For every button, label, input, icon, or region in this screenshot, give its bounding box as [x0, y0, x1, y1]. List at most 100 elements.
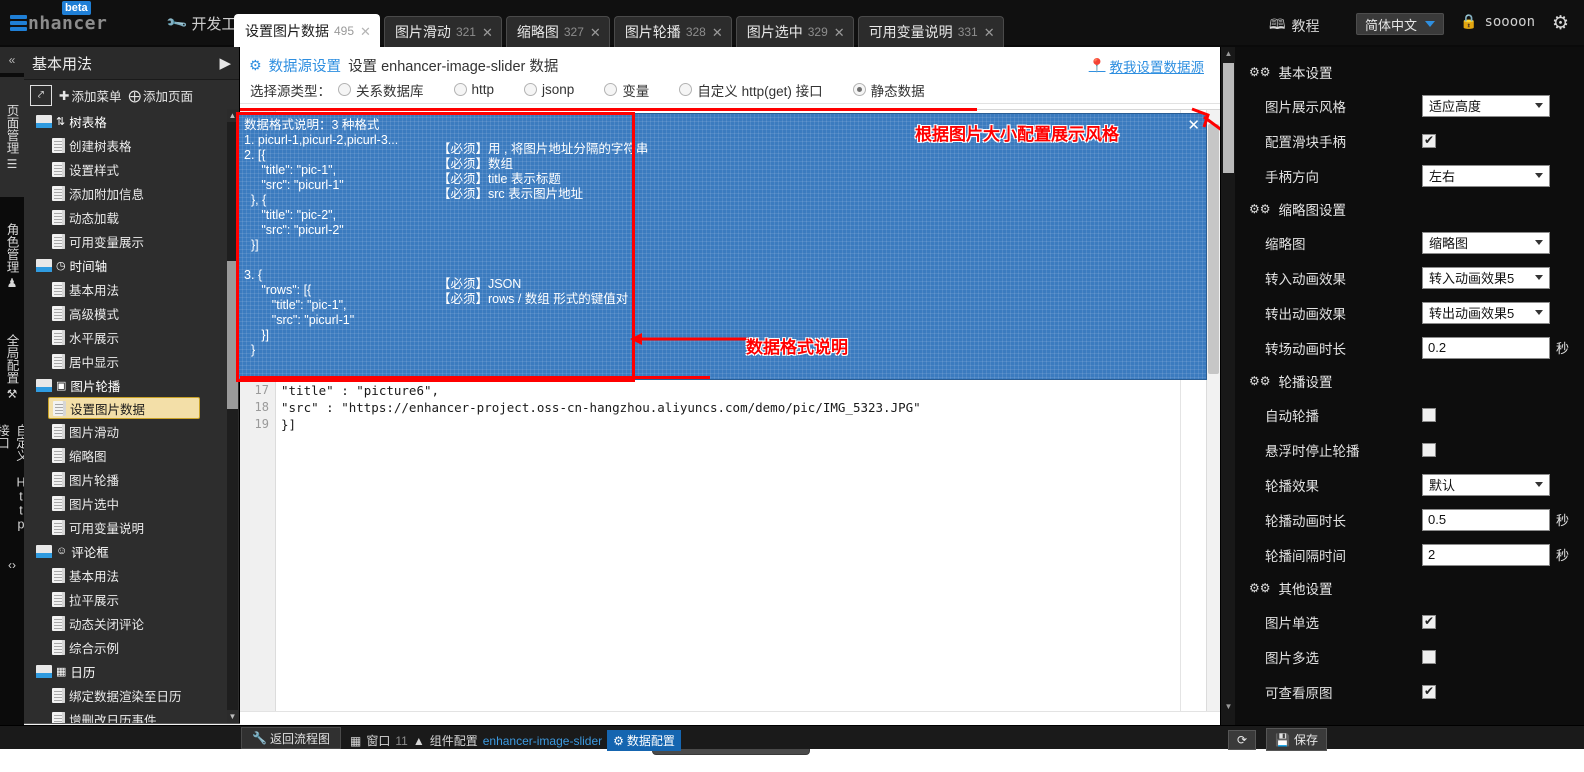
properties-scrollbar[interactable]: ▲ ▼ — [1221, 47, 1235, 725]
tree-item[interactable]: 拉平展示 — [28, 587, 240, 611]
checkbox-图片单选[interactable] — [1422, 615, 1436, 629]
play-icon[interactable]: ▶ — [219, 54, 231, 72]
tree-item[interactable]: 绑定数据渲染至日历 — [28, 683, 240, 707]
wrench-icon: ⚒ — [7, 387, 18, 401]
tree-item[interactable]: 增删改日历事件 — [28, 707, 240, 723]
source-type-1[interactable]: http — [454, 82, 495, 97]
language-selector[interactable]: 简体中文 — [1356, 13, 1444, 35]
tab-0[interactable]: 设置图片数据495✕ — [234, 14, 380, 47]
expand-collapse-icon[interactable]: ⤤ — [30, 85, 52, 106]
tree-item[interactable]: 综合示例 — [28, 635, 240, 659]
tree-item[interactable]: 动态加载 — [28, 205, 240, 229]
tree-folder[interactable]: ☺评论框 — [28, 539, 240, 563]
tree-item[interactable]: 添加附加信息 — [28, 181, 240, 205]
checkbox-图片多选[interactable] — [1422, 650, 1436, 664]
tree-item[interactable]: 高级模式 — [28, 301, 240, 325]
tree-item[interactable]: 图片滑动 — [28, 419, 240, 443]
tab-4[interactable]: 图片选中329✕ — [736, 16, 854, 47]
text-input[interactable] — [1428, 512, 1544, 527]
status-save-button[interactable]: 💾 保存 — [1266, 728, 1327, 751]
input-转场动画时长[interactable] — [1422, 337, 1550, 359]
vertical-tab-0[interactable]: 页面管理☰ — [0, 77, 24, 197]
tree-item[interactable]: 可用变量说明 — [28, 515, 240, 539]
source-type-0[interactable]: 关系数据库 — [338, 80, 424, 100]
text-input[interactable] — [1428, 547, 1544, 562]
radio-icon[interactable] — [853, 83, 866, 96]
properties-scroll-thumb[interactable] — [1223, 63, 1234, 173]
add-page-label: 添加页面 — [143, 86, 193, 105]
input-轮播动画时长[interactable] — [1422, 509, 1550, 531]
menu-icon[interactable] — [10, 15, 27, 31]
tree-item[interactable]: 图片选中 — [28, 491, 240, 515]
tree-item[interactable]: 水平展示 — [28, 325, 240, 349]
tree-folder[interactable]: ▦日历 — [28, 659, 240, 683]
scroll-down-icon[interactable]: ▼ — [227, 710, 238, 723]
teach-me-link[interactable]: 📍 教我设置数据源 — [1089, 56, 1204, 76]
tree-folder[interactable]: ◷时间轴 — [28, 253, 240, 277]
tree-item[interactable]: 设置样式 — [28, 157, 240, 181]
text-input[interactable] — [1428, 340, 1544, 355]
status-refresh-button[interactable]: ⟳ — [1228, 730, 1256, 750]
tree-item[interactable]: 居中显示 — [28, 349, 240, 373]
user-menu[interactable]: 🔒 soooon — [1460, 14, 1535, 30]
radio-icon[interactable] — [679, 83, 692, 96]
checkbox-可查看原图[interactable] — [1422, 685, 1436, 699]
checkbox-配置滑块手柄[interactable] — [1422, 134, 1436, 148]
radio-icon[interactable] — [524, 83, 537, 96]
tab-label: 图片选中 — [747, 22, 803, 42]
tree-item[interactable]: 创建树表格 — [28, 133, 240, 157]
data-config-button[interactable]: ⚙ 数据配置 — [607, 730, 681, 751]
add-menu-button[interactable]: ✚ 添加菜单 — [59, 86, 122, 105]
tab-1[interactable]: 图片滑动321✕ — [384, 16, 502, 47]
tree-item[interactable]: 可用变量展示 — [28, 229, 240, 253]
datasource-settings-link[interactable]: 数据源设置 — [269, 55, 342, 76]
tab-2[interactable]: 缩略图327✕ — [506, 16, 610, 47]
radio-icon[interactable] — [454, 83, 467, 96]
tree-item[interactable]: 动态关闭评论 — [28, 611, 240, 635]
tree-folder[interactable]: ▣图片轮播 — [28, 373, 240, 397]
select-转出动画效果[interactable]: 转出动画效果5 — [1422, 302, 1550, 324]
scroll-up-icon[interactable]: ▲ — [1223, 47, 1234, 60]
brand-logo[interactable]: nhancer — [10, 8, 107, 38]
close-icon[interactable]: ✕ — [1187, 116, 1200, 134]
tree-folder[interactable]: ⇅树表格 — [28, 109, 240, 133]
tree-item[interactable]: 基本用法 — [28, 277, 240, 301]
scroll-down-icon[interactable]: ▼ — [1223, 700, 1234, 713]
close-icon[interactable]: ✕ — [983, 26, 995, 39]
tab-3[interactable]: 图片轮播328✕ — [614, 16, 732, 47]
source-type-2[interactable]: jsonp — [524, 82, 574, 97]
editor-scroll-thumb[interactable] — [1208, 124, 1219, 374]
close-icon[interactable]: ✕ — [833, 26, 845, 39]
tab-5[interactable]: 可用变量说明331✕ — [858, 16, 1004, 47]
close-icon[interactable]: ✕ — [589, 26, 601, 39]
radio-icon[interactable] — [604, 83, 617, 96]
back-to-flowchart-button[interactable]: 🔧 返回流程图 — [241, 727, 341, 749]
select-手柄方向[interactable]: 左右 — [1422, 165, 1550, 187]
editor-scrollbar[interactable] — [1206, 110, 1220, 711]
tree-item[interactable]: 图片轮播 — [28, 467, 240, 491]
select-缩略图[interactable]: 缩略图 — [1422, 232, 1550, 254]
tree-item[interactable]: 设置图片数据 — [48, 397, 200, 419]
close-icon[interactable]: ✕ — [711, 26, 723, 39]
vertical-tab-2[interactable]: 全局配置⚒ — [0, 315, 24, 420]
close-icon[interactable]: ✕ — [481, 26, 493, 39]
checkbox-自动轮播[interactable] — [1422, 408, 1436, 422]
gear-icon[interactable]: ⚙ — [1552, 12, 1569, 35]
input-轮播间隔时间[interactable] — [1422, 544, 1550, 566]
select-转入动画效果[interactable]: 转入动画效果5 — [1422, 267, 1550, 289]
select-轮播效果[interactable]: 默认 — [1422, 474, 1550, 496]
tutorial-button[interactable]: 🕮 教程 — [1269, 14, 1320, 38]
checkbox-悬浮时停止轮播[interactable] — [1422, 443, 1436, 457]
radio-icon[interactable] — [338, 83, 351, 96]
vertical-tab-1[interactable]: 角色管理♟ — [0, 201, 24, 311]
tree-item[interactable]: 基本用法 — [28, 563, 240, 587]
close-icon[interactable]: ✕ — [359, 25, 371, 38]
tree-item[interactable]: 缩略图 — [28, 443, 240, 467]
source-type-5[interactable]: 静态数据 — [853, 80, 925, 100]
source-type-4[interactable]: 自定义 http(get) 接口 — [679, 80, 822, 100]
vertical-tab-3[interactable]: 自定义 Http 接口‹› — [0, 424, 24, 572]
source-type-3[interactable]: 变量 — [604, 80, 649, 100]
collapse-sidebar-button[interactable]: « — [0, 47, 24, 73]
add-page-button[interactable]: ⨁ 添加页面 — [129, 86, 194, 105]
select-图片展示风格[interactable]: 适应高度 — [1422, 95, 1550, 117]
